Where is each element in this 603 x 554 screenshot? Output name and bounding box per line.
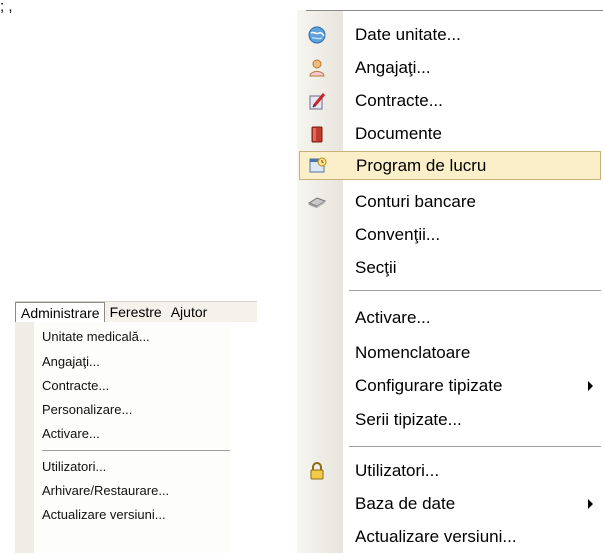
menu-item-label: Secţii	[355, 258, 397, 277]
menu-separator	[349, 290, 601, 291]
menu-item-serii-tipizate[interactable]: Serii tipizate...	[297, 403, 603, 437]
menu-item-label: Actualizare versiuni...	[355, 527, 517, 546]
small-dropdown-menu: Unitate medicală... Angajaţi... Contract…	[15, 322, 231, 553]
menu-item-conventii[interactable]: Convenţii...	[297, 218, 603, 252]
menubar-administrare[interactable]: Administrare	[15, 302, 105, 322]
menu-item-unitate-medicala[interactable]: Unitate medicală...	[42, 329, 150, 344]
contract-pen-icon	[309, 93, 326, 110]
menu-item-actualizare-versiuni[interactable]: Actualizare versiuni...	[297, 520, 603, 554]
menu-item-configurare-tipizate[interactable]: Configurare tipizate	[297, 369, 603, 403]
menu-item-label: Contracte...	[355, 91, 443, 110]
menu-item-label: Utilizatori...	[355, 461, 440, 480]
menu-item-activare[interactable]: Activare...	[42, 426, 100, 441]
menu-item-label: Baza de date	[355, 494, 456, 513]
schedule-icon	[309, 157, 327, 173]
menu-item-activare[interactable]: Activare...	[297, 301, 603, 335]
menu-item-program-de-lucru[interactable]: Program de lucru	[299, 151, 601, 180]
menu-item-documente[interactable]: Documente	[297, 117, 603, 151]
menu-separator	[42, 450, 230, 451]
menu-item-sectii[interactable]: Secţii	[297, 251, 603, 285]
menu-item-label: Conturi bancare	[355, 192, 476, 211]
menu-item-contracte[interactable]: Contracte...	[297, 84, 603, 118]
book-icon	[311, 126, 323, 143]
menu-item-conturi-bancare[interactable]: Conturi bancare	[297, 185, 603, 219]
caption-text: ; ,	[0, 0, 13, 15]
menu-item-utilizatori[interactable]: Utilizatori...	[42, 459, 106, 474]
large-dropdown-menu: Date unitate... Angajaţi... Contracte...…	[297, 10, 603, 553]
menu-item-label: Documente	[355, 124, 442, 143]
menu-item-label: Nomenclatoare	[355, 343, 471, 362]
menu-item-contracte[interactable]: Contracte...	[42, 378, 109, 393]
menu-item-angajati[interactable]: Angajaţi...	[297, 51, 603, 85]
menu-separator	[349, 446, 601, 447]
lock-icon	[310, 462, 324, 480]
bank-card-icon	[307, 197, 327, 208]
menu-item-label: Configurare tipizate	[355, 376, 503, 395]
menu-item-label: Program de lucru	[356, 156, 487, 175]
menu-item-baza-de-date[interactable]: Baza de date	[297, 487, 603, 521]
menubar-ajutor[interactable]: Ajutor	[166, 302, 212, 321]
submenu-arrow-icon	[588, 499, 593, 509]
globe-icon	[308, 26, 326, 44]
menu-item-label: Activare...	[355, 308, 431, 327]
menu-top-border	[306, 10, 603, 11]
menu-item-angajati[interactable]: Angajaţi...	[42, 354, 100, 369]
person-icon	[309, 59, 325, 77]
small-menubar: Administrare Ferestre Ajutor	[15, 301, 257, 322]
submenu-arrow-icon	[588, 381, 593, 391]
menu-item-label: Serii tipizate...	[355, 410, 462, 429]
menu-item-date-unitate[interactable]: Date unitate...	[297, 18, 603, 52]
menu-item-arhivare-restaurare[interactable]: Arhivare/Restaurare...	[42, 483, 169, 498]
menu-item-label: Angajaţi...	[355, 58, 431, 77]
menu-item-actualizare-versiuni[interactable]: Actualizare versiuni...	[42, 507, 166, 522]
menu-item-utilizatori[interactable]: Utilizatori...	[297, 454, 603, 488]
menu-item-nomenclatoare[interactable]: Nomenclatoare	[297, 336, 603, 370]
menu-item-label: Convenţii...	[355, 225, 441, 244]
menu-item-personalizare[interactable]: Personalizare...	[42, 402, 132, 417]
menubar-ferestre[interactable]: Ferestre	[105, 302, 166, 321]
menu-gutter	[15, 322, 34, 553]
menu-item-label: Date unitate...	[355, 25, 461, 44]
